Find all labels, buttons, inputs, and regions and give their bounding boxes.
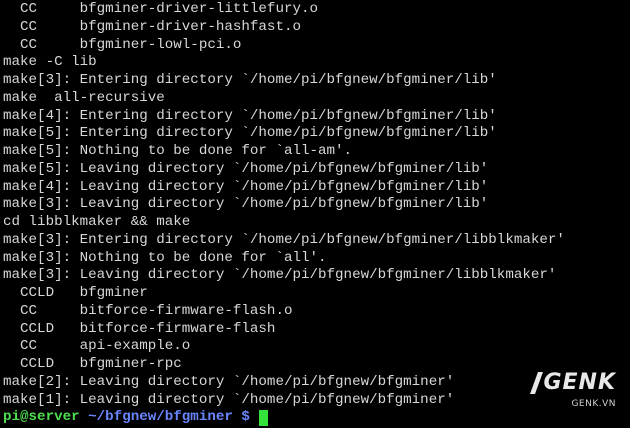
genk-site-label: GENK.VN — [571, 399, 616, 410]
genk-logo-text: GENK — [543, 370, 616, 396]
terminal-output-line: make[4]: Leaving directory `/home/pi/bfg… — [3, 178, 489, 195]
terminal-output-line: CCLD bfgminer — [3, 285, 148, 301]
text-cursor[interactable] — [259, 410, 269, 427]
terminal-output-line: CC bfgminer-lowl-pci.o — [3, 36, 242, 53]
terminal-output-line: CC bfgminer-driver-littlefury.o — [3, 1, 319, 17]
terminal-output-line: make[5]: Nothing to be done for `all-am'… — [3, 143, 353, 159]
terminal-output-line: make[3]: Nothing to be done for `all'. — [3, 249, 327, 266]
terminal-output-line: CCLD bitforce-firmware-flash — [3, 320, 276, 337]
terminal-output-line: CC bfgminer-driver-hashfast.o — [3, 18, 301, 35]
terminal-output-line: make[5]: Entering directory `/home/pi/bf… — [3, 125, 497, 142]
terminal-output-line: make[3]: Entering directory `/home/pi/bf… — [3, 231, 565, 248]
prompt-user-host: pi@server — [3, 409, 80, 426]
terminal-output-line: make[4]: Entering directory `/home/pi/bf… — [3, 107, 497, 124]
genk-logo: GENK — [530, 370, 616, 396]
terminal-output-line: make all-recursive — [3, 89, 165, 106]
terminal-output-line: CC bitforce-firmware-flash.o — [3, 302, 293, 319]
terminal-output-line: make[3]: Entering directory `/home/pi/bf… — [3, 72, 497, 88]
terminal-output-line: make -C lib — [3, 54, 97, 71]
genk-watermark: GENK GENK.VN — [530, 370, 616, 414]
prompt-path: ~/bfgnew/bfgminer $ — [79, 409, 259, 426]
terminal-output-line: CC api-example.o — [3, 338, 191, 355]
terminal-window[interactable]: CC bfgminer-driver-littlefury.o CC bfgmi… — [0, 0, 630, 428]
terminal-output-line: cd libblkmaker && make — [3, 214, 191, 230]
terminal-output-line: make[3]: Leaving directory `/home/pi/bfg… — [3, 196, 489, 213]
terminal-output-line: CCLD bfgminer-rpc — [3, 356, 182, 372]
terminal-output-line: make[3]: Leaving directory `/home/pi/bfg… — [3, 267, 557, 284]
terminal-output-line: make[5]: Leaving directory `/home/pi/bfg… — [3, 160, 489, 177]
